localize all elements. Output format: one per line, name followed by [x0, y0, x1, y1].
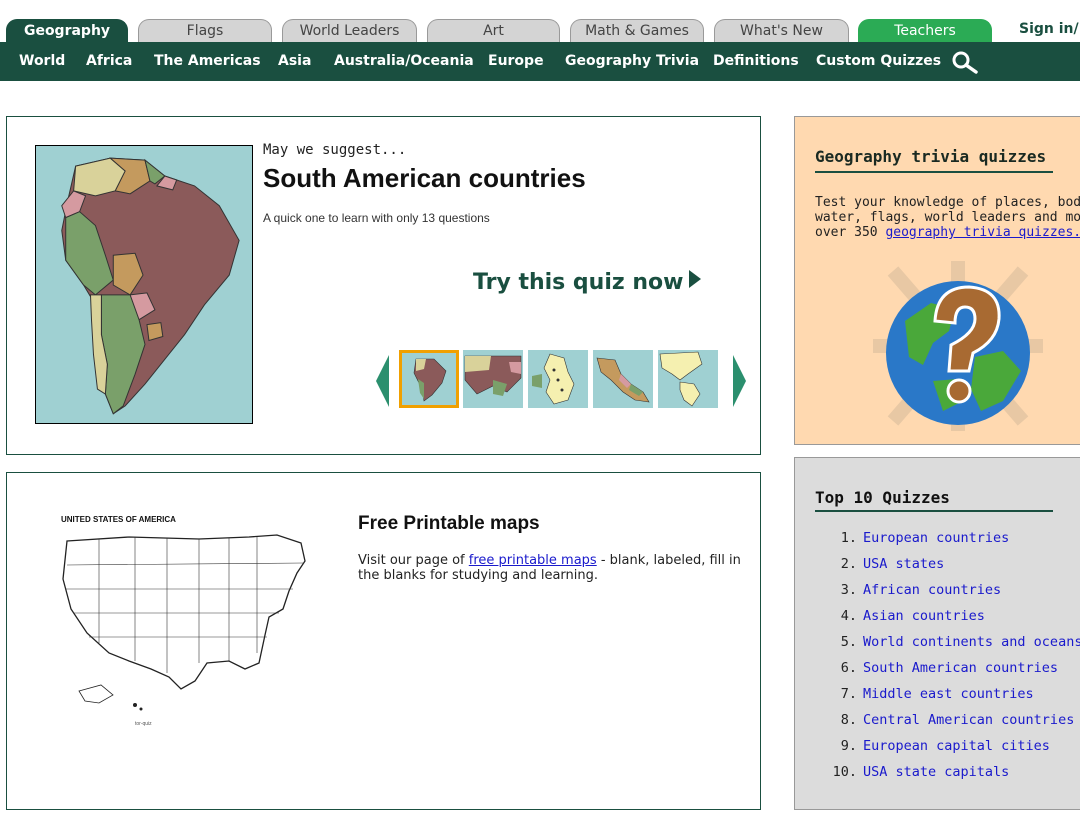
suggested-quiz-title[interactable]: South American countries [263, 163, 586, 194]
tab-world-leaders[interactable]: World Leaders [282, 19, 417, 43]
list-item-number: 6. [840, 660, 857, 676]
tab-math-games[interactable]: Math & Games [570, 19, 704, 43]
nav-custom-quizzes[interactable]: Custom Quizzes [816, 42, 941, 81]
quiz-link-middle-east-countries[interactable]: Middle east countries [863, 686, 1034, 702]
list-item: 5. World continents and oceans [815, 634, 1080, 660]
quiz-link-asian-countries[interactable]: Asian countries [863, 608, 985, 624]
carousel-thumb-uk[interactable] [528, 350, 588, 408]
list-item-number: 9. [840, 738, 857, 754]
suggested-quiz-panel: May we suggest... South American countri… [6, 116, 761, 455]
quiz-link-african-countries[interactable]: African countries [863, 582, 1001, 598]
nav-world[interactable]: World [19, 42, 65, 81]
usa-printable-map-image[interactable]: UNITED STATES OF AMERICA tor-quiz [39, 513, 339, 741]
play-arrow-icon [689, 270, 702, 288]
nav-africa[interactable]: Africa [86, 42, 132, 81]
list-item: 3. African countries [815, 582, 1080, 608]
tab-art[interactable]: Art [427, 19, 560, 43]
list-item-number: 2. [840, 556, 857, 572]
list-item-number: 4. [840, 608, 857, 624]
nav-the-americas[interactable]: The Americas [154, 42, 261, 81]
list-item: 6. South American countries [815, 660, 1080, 686]
try-quiz-label: Try this quiz now [473, 270, 684, 295]
quiz-link-usa-state-capitals[interactable]: USA state capitals [863, 764, 1009, 780]
trivia-title-underline [815, 171, 1053, 173]
trivia-description: Test your knowledge of places, bodie wat… [815, 195, 1080, 240]
printable-maps-panel: UNITED STATES OF AMERICA tor-quiz Free P… [6, 472, 761, 810]
trivia-line-2: water, flags, world leaders and more [815, 210, 1080, 225]
list-item-number: 3. [840, 582, 857, 598]
carousel-prev-icon[interactable] [373, 351, 393, 411]
suggested-quiz-description: A quick one to learn with only 13 questi… [263, 211, 490, 225]
nav-asia[interactable]: Asia [278, 42, 311, 81]
list-item-number: 1. [840, 530, 857, 546]
search-icon[interactable] [950, 50, 980, 74]
quiz-link-central-american-countries[interactable]: Central American countries [863, 712, 1074, 728]
printable-maps-title: Free Printable maps [358, 513, 540, 534]
try-quiz-link[interactable]: Try this quiz now [473, 270, 702, 295]
trivia-title: Geography trivia quizzes [815, 147, 1047, 166]
tab-flags[interactable]: Flags [138, 19, 272, 43]
nav-geography-trivia[interactable]: Geography Trivia [565, 42, 699, 81]
suggest-kicker: May we suggest... [263, 142, 407, 158]
region-nav-bar: World Africa The Americas Asia Australia… [0, 42, 1080, 81]
list-item: 4. Asian countries [815, 608, 1080, 634]
carousel-thumb-asia[interactable] [463, 350, 523, 408]
carousel-thumb-americas[interactable] [658, 350, 718, 408]
quiz-link-south-american-countries[interactable]: South American countries [863, 660, 1058, 676]
nav-definitions[interactable]: Definitions [713, 42, 799, 81]
top-10-quizzes-panel: Top 10 Quizzes 1. European countries 2. US… [794, 457, 1080, 810]
globe-question-mark-icon[interactable] [853, 261, 1063, 431]
printable-text-before: Visit our page of [358, 553, 469, 568]
geography-trivia-panel: Geography trivia quizzes Test your knowl… [794, 116, 1080, 445]
top-10-title-underline [815, 510, 1053, 512]
tab-geography[interactable]: Geography [6, 19, 128, 43]
top-tab-bar: Geography Flags World Leaders Art Math &… [0, 0, 1080, 43]
south-america-map-image[interactable] [35, 145, 253, 424]
trivia-line-1: Test your knowledge of places, bodie [815, 195, 1080, 210]
quiz-link-usa-states[interactable]: USA states [863, 556, 944, 572]
top-10-list: 1. European countries 2. USA states 3. Afri… [815, 530, 1080, 790]
list-item-number: 7. [840, 686, 857, 702]
list-item-number: 5. [840, 634, 857, 650]
sign-in-link[interactable]: Sign in/ [1019, 21, 1079, 37]
quiz-link-world-continents-oceans[interactable]: World continents and oceans [863, 634, 1080, 650]
list-item-number: 10. [832, 764, 857, 780]
geography-trivia-quizzes-link[interactable]: geography trivia quizzes. [885, 225, 1080, 240]
svg-text:tor-quiz: tor-quiz [135, 721, 152, 727]
top-10-title: Top 10 Quizzes [815, 488, 950, 507]
trivia-line-3-text: over 350 [815, 225, 886, 240]
tab-whats-new[interactable]: What's New [714, 19, 849, 43]
carousel-thumb-south-america[interactable] [399, 350, 459, 408]
list-item: 7. Middle east countries [815, 686, 1080, 712]
nav-europe[interactable]: Europe [488, 42, 544, 81]
carousel-thumb-central-america[interactable] [593, 350, 653, 408]
list-item: 1. European countries [815, 530, 1080, 556]
free-printable-maps-link[interactable]: free printable maps [469, 553, 597, 568]
list-item: 2. USA states [815, 556, 1080, 582]
carousel-next-icon[interactable] [729, 351, 749, 411]
list-item: 8. Central American countries [815, 712, 1080, 738]
quiz-link-european-countries[interactable]: European countries [863, 530, 1009, 546]
list-item-number: 8. [840, 712, 857, 728]
printable-maps-description: Visit our page of free printable maps - … [358, 553, 748, 583]
quiz-link-european-capital-cities[interactable]: European capital cities [863, 738, 1050, 754]
list-item: 10. USA state capitals [815, 764, 1080, 790]
tab-teachers[interactable]: Teachers [858, 19, 992, 43]
nav-australia-oceania[interactable]: Australia/Oceania [334, 42, 474, 81]
trivia-line-3: over 350 geography trivia quizzes. [815, 225, 1080, 240]
list-item: 9. European capital cities [815, 738, 1080, 764]
